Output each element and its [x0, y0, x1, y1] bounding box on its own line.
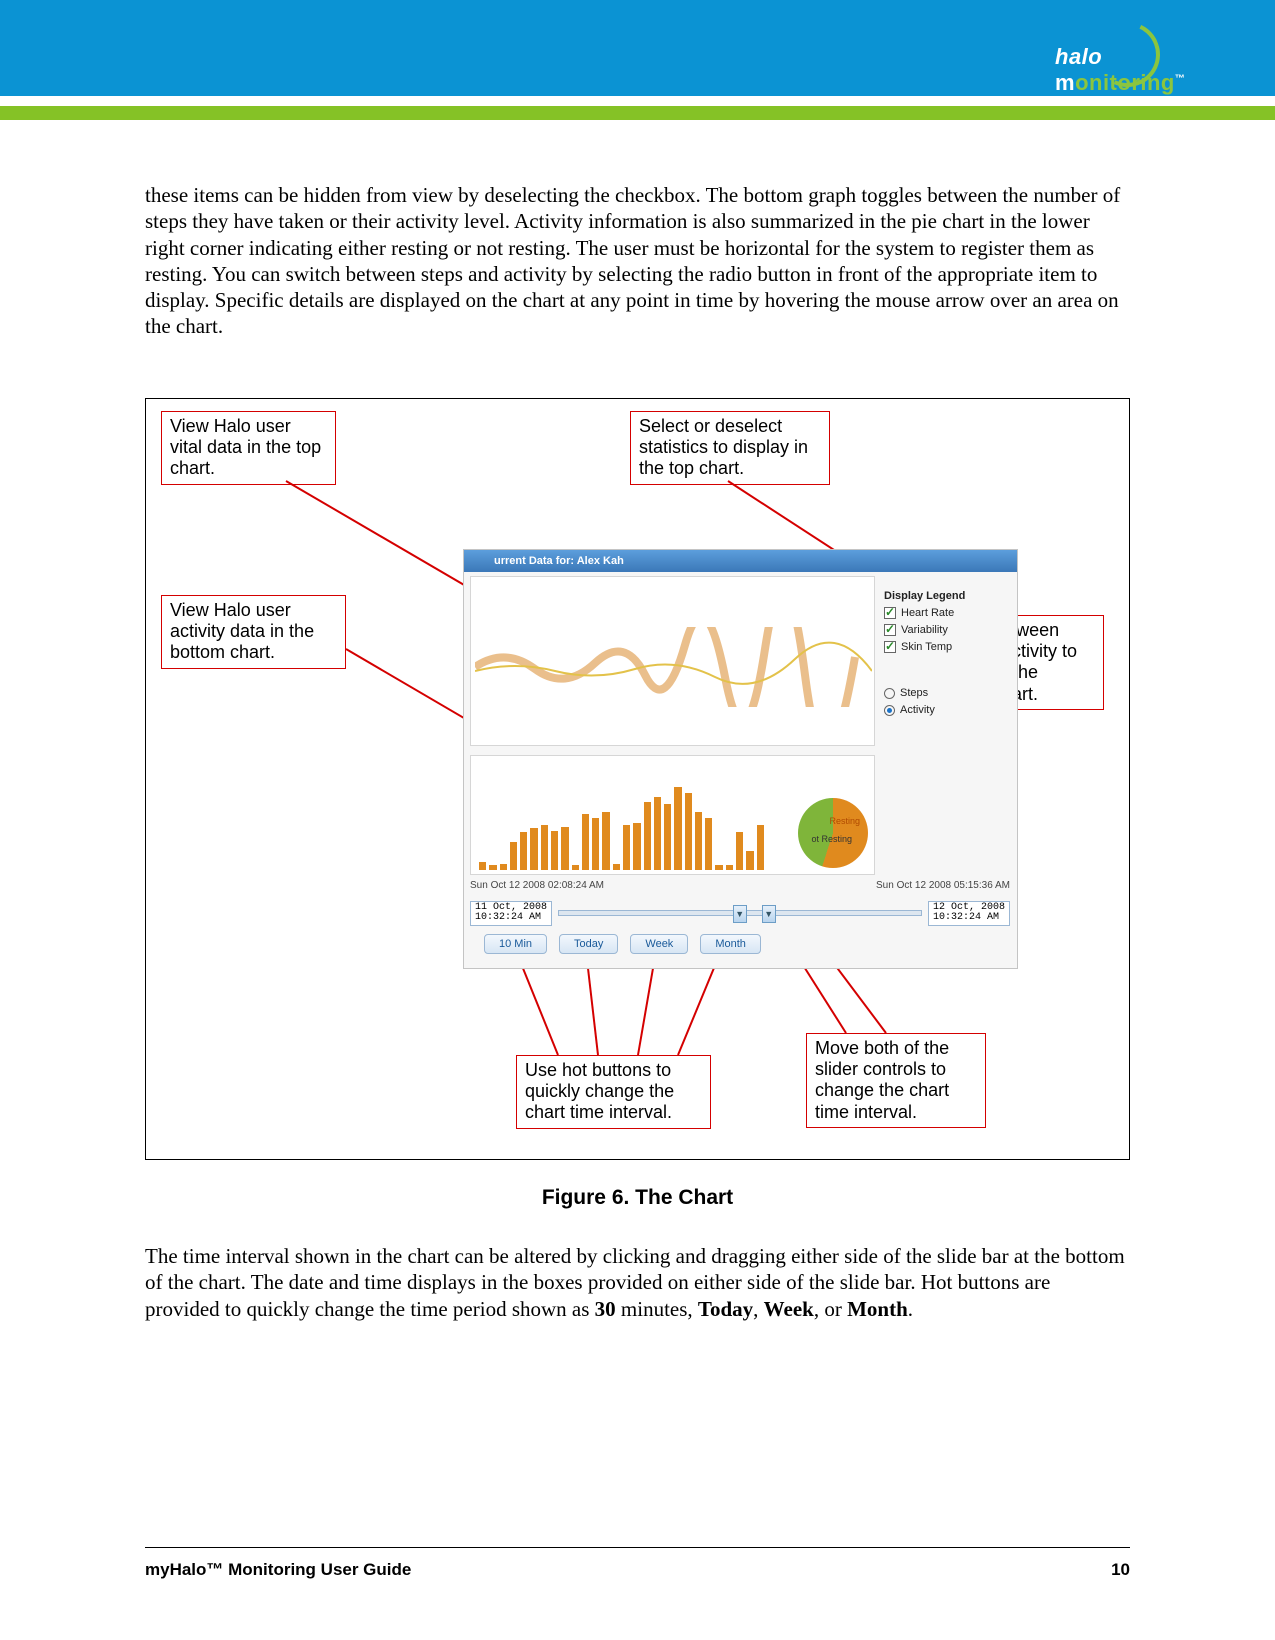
legend-label: Skin Temp [901, 641, 952, 653]
callout-vital-data: View Halo user vital data in the top cha… [161, 411, 336, 485]
xaxis-left: Sun Oct 12 2008 02:08:24 AM [470, 880, 604, 891]
logo-text: halo monitoring™ [1055, 44, 1237, 96]
chart-app-window: urrent Data for: Alex Kah Display Legend… [463, 549, 1018, 969]
legend-label: Variability [901, 624, 948, 636]
slider-handle-left[interactable]: ▼ [733, 905, 747, 923]
date-box-left: 11 Oct, 2008 10:32:24 AM [470, 901, 552, 926]
hot-button-row: 10 Min Today Week Month [484, 934, 761, 954]
xaxis-labels: Sun Oct 12 2008 02:08:24 AM Sun Oct 12 2… [470, 880, 1010, 891]
logo-word-halo: halo [1055, 44, 1102, 69]
p2-bold-week: Week [764, 1297, 814, 1321]
header-band-white [0, 96, 1275, 106]
radio-label: Activity [900, 704, 935, 716]
vitals-chart [470, 576, 875, 746]
p2-m1: minutes, [616, 1297, 698, 1321]
pie-label-resting: Resting [829, 816, 860, 826]
checkbox-icon[interactable] [884, 607, 896, 619]
legend-label: Heart Rate [901, 607, 954, 619]
p2-bold-30: 30 [595, 1297, 616, 1321]
p2-m2: , [753, 1297, 764, 1321]
p2-bold-today: Today [698, 1297, 753, 1321]
brand-logo: halo monitoring™ [1055, 14, 1245, 92]
legend-header: Display Legend [884, 590, 1010, 602]
callout-activity-data: View Halo user activity data in the bott… [161, 595, 346, 669]
hot-button-month[interactable]: Month [700, 934, 761, 954]
callout-hot-buttons: Use hot buttons to quickly change the ch… [516, 1055, 711, 1129]
slider-handle-right[interactable]: ▼ [762, 905, 776, 923]
footer-rule [145, 1547, 1130, 1548]
hot-button-10min[interactable]: 10 Min [484, 934, 547, 954]
slider-track[interactable]: ▼ ▼ [558, 910, 922, 916]
logo-word-onitoring: onitoring [1075, 70, 1175, 95]
p2-m3: , or [814, 1297, 847, 1321]
resting-pie [798, 798, 868, 868]
radio-item-activity[interactable]: Activity [884, 704, 1010, 716]
footer-title: myHalo™ Monitoring User Guide [145, 1560, 411, 1580]
pie-label-not-resting: ot Resting [811, 834, 852, 844]
p2-bold-month: Month [847, 1297, 908, 1321]
figure-caption: Figure 6. The Chart [145, 1186, 1130, 1210]
p2-end: . [908, 1297, 913, 1321]
logo-tm: ™ [1175, 74, 1186, 85]
checkbox-icon[interactable] [884, 641, 896, 653]
hot-button-today[interactable]: Today [559, 934, 618, 954]
checkbox-icon[interactable] [884, 624, 896, 636]
radio-item-steps[interactable]: Steps [884, 687, 1010, 699]
xaxis-right: Sun Oct 12 2008 05:15:36 AM [876, 880, 1010, 891]
figure-6: View Halo user vital data in the top cha… [145, 398, 1130, 1160]
hot-button-week[interactable]: Week [630, 934, 688, 954]
page-footer: myHalo™ Monitoring User Guide 10 [145, 1560, 1130, 1580]
footer-page: 10 [1111, 1560, 1130, 1580]
chart-app-title: urrent Data for: Alex Kah [464, 550, 1017, 572]
body-paragraph-2: The time interval shown in the chart can… [145, 1243, 1130, 1322]
legend-item-heart-rate[interactable]: Heart Rate [884, 607, 1010, 619]
callout-sliders: Move both of the slider controls to chan… [806, 1033, 986, 1128]
vitals-line-icon [475, 627, 872, 707]
activity-bars [479, 776, 764, 870]
legend-item-skin-temp[interactable]: Skin Temp [884, 641, 1010, 653]
date-box-right: 12 Oct, 2008 10:32:24 AM [928, 901, 1010, 926]
radio-icon[interactable] [884, 705, 895, 716]
callout-legend: Select or deselect statistics to display… [630, 411, 830, 485]
radio-icon[interactable] [884, 688, 895, 699]
radio-label: Steps [900, 687, 928, 699]
time-slider: 11 Oct, 2008 10:32:24 AM ▼ ▼ 12 Oct, 200… [470, 900, 1010, 926]
legend-panel: Display Legend Heart Rate Variability Sk… [884, 590, 1010, 721]
legend-item-variability[interactable]: Variability [884, 624, 1010, 636]
header-band-green [0, 106, 1275, 120]
activity-chart: Resting ot Resting [470, 755, 875, 875]
body-paragraph-1: these items can be hidden from view by d… [145, 182, 1130, 340]
